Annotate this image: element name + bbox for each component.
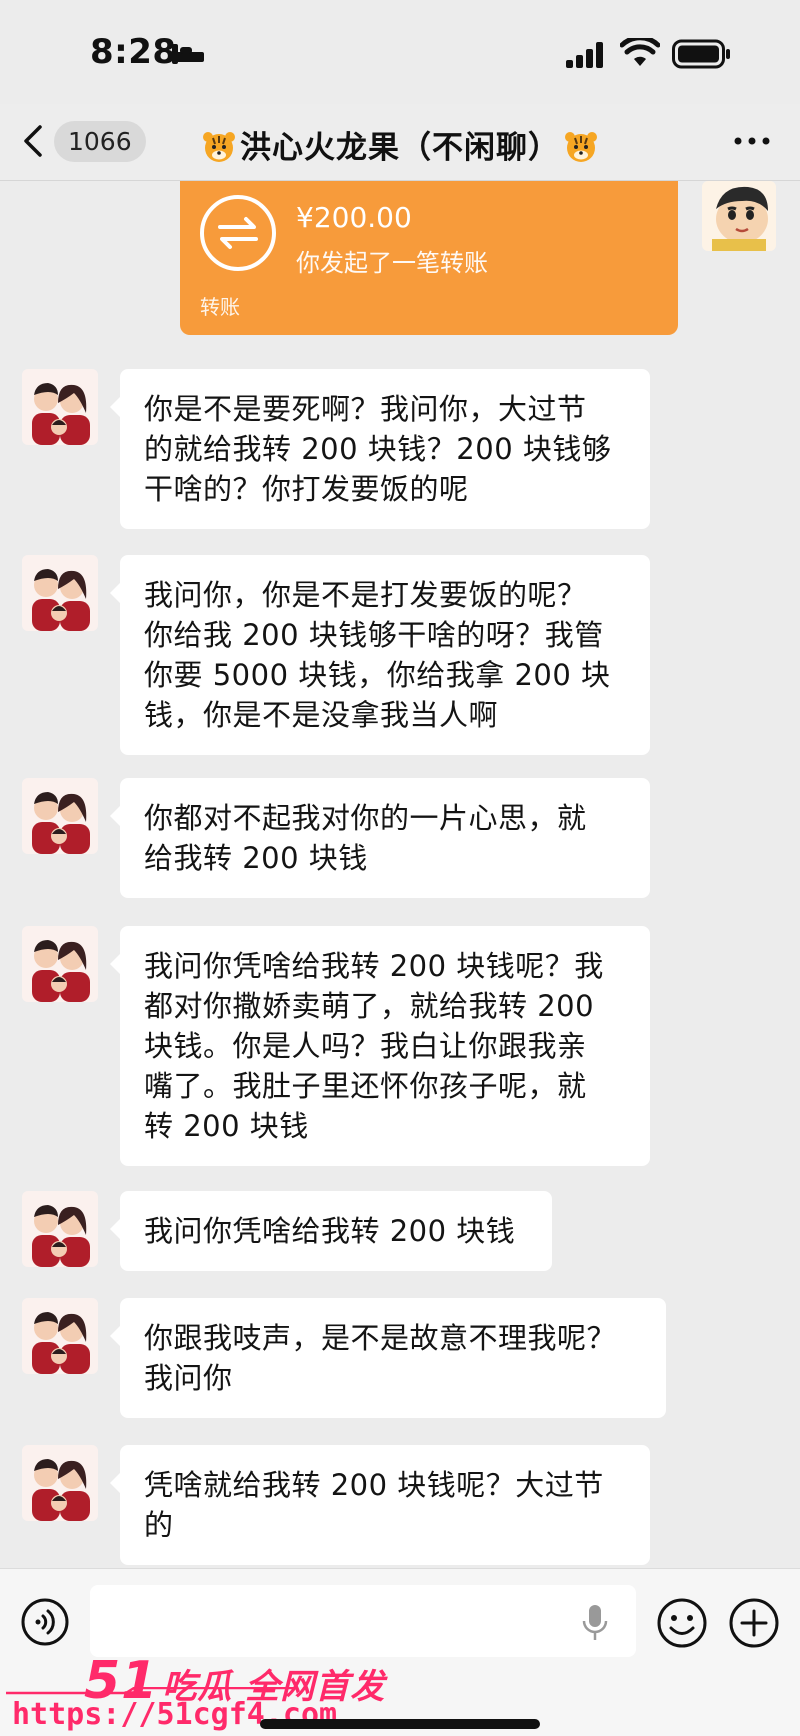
input-bar: 51 吃瓜 全网首发 https://51cgf4.com [0, 1568, 800, 1736]
message-bubble[interactable]: 我问你，你是不是打发要饭的呢？ 你给我 200 块钱够干啥的呀？我管 你要 50… [110, 555, 650, 755]
message-list[interactable]: ¥200.00 你发起了一笔转账 转账 你是不是要死啊？我问你，大过节 的就给我… [0, 181, 800, 1568]
sleep-icon [172, 44, 204, 64]
transfer-amount: ¥200.00 [296, 201, 412, 234]
status-time: 8:28 [90, 32, 177, 72]
home-indicator[interactable] [260, 1719, 540, 1729]
battery-icon [672, 39, 730, 69]
message-bubble[interactable]: 凭啥就给我转 200 块钱呢？大过节 的 [110, 1445, 650, 1565]
emoji-icon[interactable] [656, 1597, 708, 1649]
signal-icon [566, 42, 603, 68]
watermark-underline [6, 1687, 296, 1695]
status-bar: 8:28 [0, 0, 800, 104]
tiger-emoji-icon [565, 132, 597, 162]
transfer-description: 你发起了一笔转账 [296, 249, 488, 277]
transfer-icon [200, 195, 276, 271]
contact-avatar[interactable] [22, 926, 98, 1002]
message-bubble[interactable]: 我问你凭啥给我转 200 块钱 [110, 1191, 552, 1271]
contact-avatar[interactable] [22, 778, 98, 854]
chat-title: 洪心火龙果（不闲聊） [0, 122, 800, 167]
self-avatar[interactable] [702, 181, 776, 251]
contact-avatar[interactable] [22, 1298, 98, 1374]
plus-icon[interactable] [728, 1597, 780, 1649]
chat-title-text: 洪心火龙果（不闲聊） [240, 130, 560, 166]
mic-icon[interactable] [580, 1603, 610, 1643]
message-input[interactable] [90, 1585, 636, 1657]
message-bubble[interactable]: 你跟我吱声，是不是故意不理我呢？ 我问你 [110, 1298, 666, 1418]
more-options-icon[interactable] [732, 134, 772, 148]
transfer-card[interactable]: ¥200.00 你发起了一笔转账 转账 [180, 181, 678, 335]
message-bubble[interactable]: 我问你凭啥给我转 200 块钱呢？我 都对你撒娇卖萌了，就给我转 200 块钱。… [110, 926, 650, 1166]
contact-avatar[interactable] [22, 1191, 98, 1267]
tiger-emoji-icon [203, 132, 235, 162]
message-bubble[interactable]: 你是不是要死啊？我问你，大过节 的就给我转 200 块钱？200 块钱够 干啥的… [110, 369, 650, 529]
chat-header: 1066 洪心火龙果（不闲聊） [0, 104, 800, 181]
voice-icon[interactable] [20, 1597, 70, 1647]
wifi-icon [620, 38, 660, 66]
message-bubble[interactable]: 你都对不起我对你的一片心思，就 给我转 200 块钱 [110, 778, 650, 898]
contact-avatar[interactable] [22, 369, 98, 445]
contact-avatar[interactable] [22, 1445, 98, 1521]
contact-avatar[interactable] [22, 555, 98, 631]
transfer-label: 转账 [200, 295, 240, 319]
chat-screen: 8:28 1066 洪心火龙果（不闲聊） ¥200.00 你发起了一笔转账 转账… [0, 0, 800, 1736]
